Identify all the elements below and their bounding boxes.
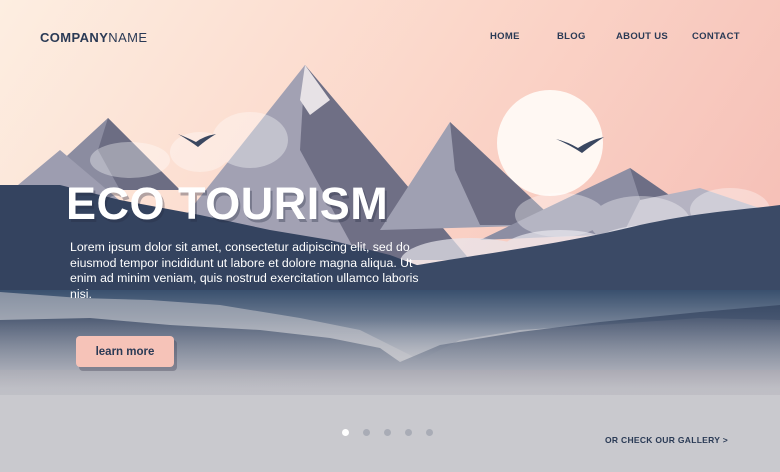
hero-description: Lorem ipsum dolor sit amet, consectetur … (70, 240, 419, 301)
nav-home[interactable]: HOME (490, 31, 520, 42)
carousel-dot-5[interactable] (426, 429, 433, 436)
hero-title: ECO TOURISM (66, 178, 389, 229)
carousel-dot-3[interactable] (384, 429, 391, 436)
carousel-dot-1[interactable] (342, 429, 349, 436)
site-header: COMPANYNAME HOME BLOG ABOUT US CONTACT (0, 0, 780, 74)
main-nav: HOME BLOG ABOUT US CONTACT (0, 31, 780, 45)
nav-about-us[interactable]: ABOUT US (616, 31, 668, 42)
landing-page: COMPANYNAME HOME BLOG ABOUT US CONTACT E… (0, 0, 780, 472)
gallery-link[interactable]: OR CHECK OUR GALLERY > (605, 435, 728, 445)
carousel-dot-2[interactable] (363, 429, 370, 436)
nav-blog[interactable]: BLOG (557, 31, 586, 42)
nav-contact[interactable]: CONTACT (692, 31, 740, 42)
learn-more-button[interactable]: learn more (76, 336, 174, 367)
carousel-dot-4[interactable] (405, 429, 412, 436)
